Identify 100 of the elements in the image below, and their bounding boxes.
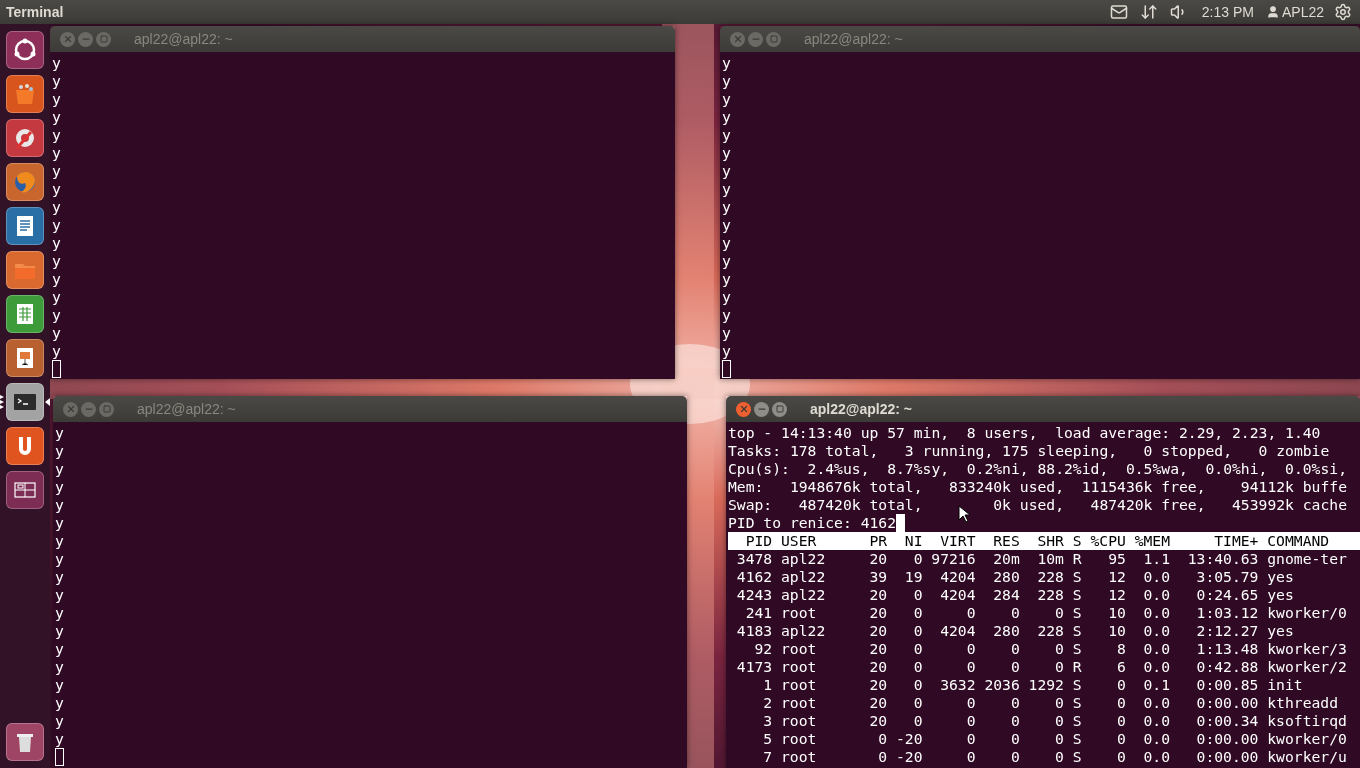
table-cell-text: 0:42.88 (1195, 658, 1259, 676)
terminal-line: y (55, 532, 64, 550)
maximize-icon (775, 405, 784, 413)
table-cell-text: 0:00.34 (1195, 712, 1259, 730)
window-title: apl22@apl22: ~ (134, 29, 233, 49)
table-cell-text: 0.0 (1142, 586, 1171, 604)
workspace-grid-button[interactable] (6, 471, 44, 509)
u-logo-button[interactable] (6, 427, 44, 465)
table-cell-text: 20 (868, 586, 888, 604)
close-button[interactable] (60, 31, 75, 47)
terminal-line: y (55, 712, 64, 730)
presentation-button[interactable] (6, 339, 44, 377)
table-cell-text: 0 (912, 550, 923, 568)
table-cell-text: kworker/u (1266, 748, 1347, 766)
document-button[interactable] (6, 207, 44, 245)
terminal-line: y (52, 72, 61, 90)
terminal-line: y (55, 622, 64, 640)
table-cell-text: 0 (912, 712, 923, 730)
table-cell-text: 39 (868, 568, 888, 586)
terminal-line: Mem: 1948676k total, 833240k used, 1115436k free, 94112k buffe (728, 478, 1347, 496)
table-cell-text: S (1071, 694, 1082, 712)
column-header: USER (780, 532, 818, 550)
table-cell-text: apl22 (780, 586, 827, 604)
terminal-line: y (722, 162, 731, 180)
table-cell-text: yes (1266, 622, 1294, 640)
terminal-line: PID to renice: 4162 (728, 514, 896, 532)
table-cell-text: 1292 (1027, 676, 1064, 694)
terminal-line: y (52, 270, 61, 288)
table-cell-text: 0:00.00 (1195, 730, 1259, 748)
table-cell-text: 20 (868, 550, 888, 568)
table-cell-text: 7 (762, 748, 773, 766)
table-cell-text: 0.0 (1142, 748, 1171, 766)
column-header: %MEM (1133, 532, 1171, 550)
maximize-button[interactable] (772, 401, 787, 417)
terminal-line: Swap: 487420k total, 0k used, 487420k free, 453992k cache (728, 496, 1347, 514)
folder-button[interactable] (6, 251, 44, 289)
table-cell-text: 0 (1054, 694, 1064, 712)
settings-icon[interactable] (1334, 3, 1352, 21)
terminal-line: y (52, 306, 61, 324)
table-cell-text: 0 (1009, 658, 1020, 676)
close-button[interactable] (730, 31, 745, 47)
table-cell-text: 2:12.27 (1195, 622, 1259, 640)
column-header: PR (868, 532, 888, 550)
terminal-line: y (55, 676, 64, 694)
close-icon (738, 404, 749, 414)
close-button[interactable] (63, 401, 78, 417)
table-cell-text: 0 (965, 730, 976, 748)
terminal-button[interactable] (6, 383, 44, 421)
table-cell-text: 1.1 (1142, 550, 1171, 568)
column-header: SHR (1036, 532, 1064, 550)
table-cell-text: S (1071, 586, 1082, 604)
table-cell-text: -20 (894, 730, 923, 748)
clock[interactable]: 2:13 PM (1201, 1, 1254, 23)
maximize-icon (102, 405, 111, 413)
terminal-line: y (55, 604, 64, 622)
close-button[interactable] (736, 401, 751, 417)
table-cell-text: 20 (868, 622, 888, 640)
table-cell-text: root (780, 604, 818, 622)
table-cell-text: 3478 (735, 550, 773, 568)
table-cell-text: 0 (1116, 712, 1126, 730)
globe-button[interactable] (6, 163, 44, 201)
terminal-line: y (722, 306, 731, 324)
mail-icon[interactable] (1109, 3, 1128, 21)
table-cell-text: 4173 (735, 658, 773, 676)
terminal-line: y (722, 252, 731, 270)
network-icon[interactable] (1139, 3, 1158, 21)
column-header: VIRT (939, 532, 976, 550)
table-cell-text: gnome-ter (1266, 550, 1347, 568)
table-cell-text: 0 (965, 604, 976, 622)
table-cell-text: 97216 (930, 550, 976, 568)
table-cell-text: 0.0 (1142, 730, 1171, 748)
spreadsheet-button[interactable] (6, 295, 44, 333)
table-cell-text: 0 (1116, 730, 1126, 748)
user-name[interactable]: APL22 (1281, 1, 1324, 23)
close-icon (65, 404, 76, 414)
shopping-bag-button[interactable] (6, 75, 44, 113)
table-cell-text: 95 (1107, 550, 1126, 568)
table-cell-text: yes (1266, 586, 1294, 604)
app-title: Terminal (6, 2, 64, 22)
table-cell-text: 19 (903, 568, 923, 586)
user-icon[interactable] (1265, 5, 1280, 19)
table-cell-text: root (780, 676, 818, 694)
table-cell-text: kworker/2 (1266, 658, 1347, 676)
window-title: apl22@apl22: ~ (804, 29, 903, 49)
table-cell-text: 280 (992, 568, 1020, 586)
terminal-line: y (55, 442, 64, 460)
terminal-line: y (55, 730, 64, 748)
circle-logo-button[interactable] (6, 31, 44, 69)
table-cell-text: 20 (868, 658, 888, 676)
table-cell-text: 20 (868, 712, 888, 730)
trash-button[interactable] (6, 723, 44, 761)
table-cell-text: 3632 (939, 676, 976, 694)
table-cell-text: 241 (744, 604, 773, 622)
table-cell-text: 92 (753, 640, 773, 658)
table-cell-text: 0 (965, 640, 976, 658)
close-icon (62, 34, 73, 44)
minimize-button[interactable] (754, 401, 769, 417)
terminal-line: y (722, 126, 731, 144)
column-header: COMMAND (1266, 532, 1330, 550)
table-cell-text: 0 (1116, 676, 1126, 694)
